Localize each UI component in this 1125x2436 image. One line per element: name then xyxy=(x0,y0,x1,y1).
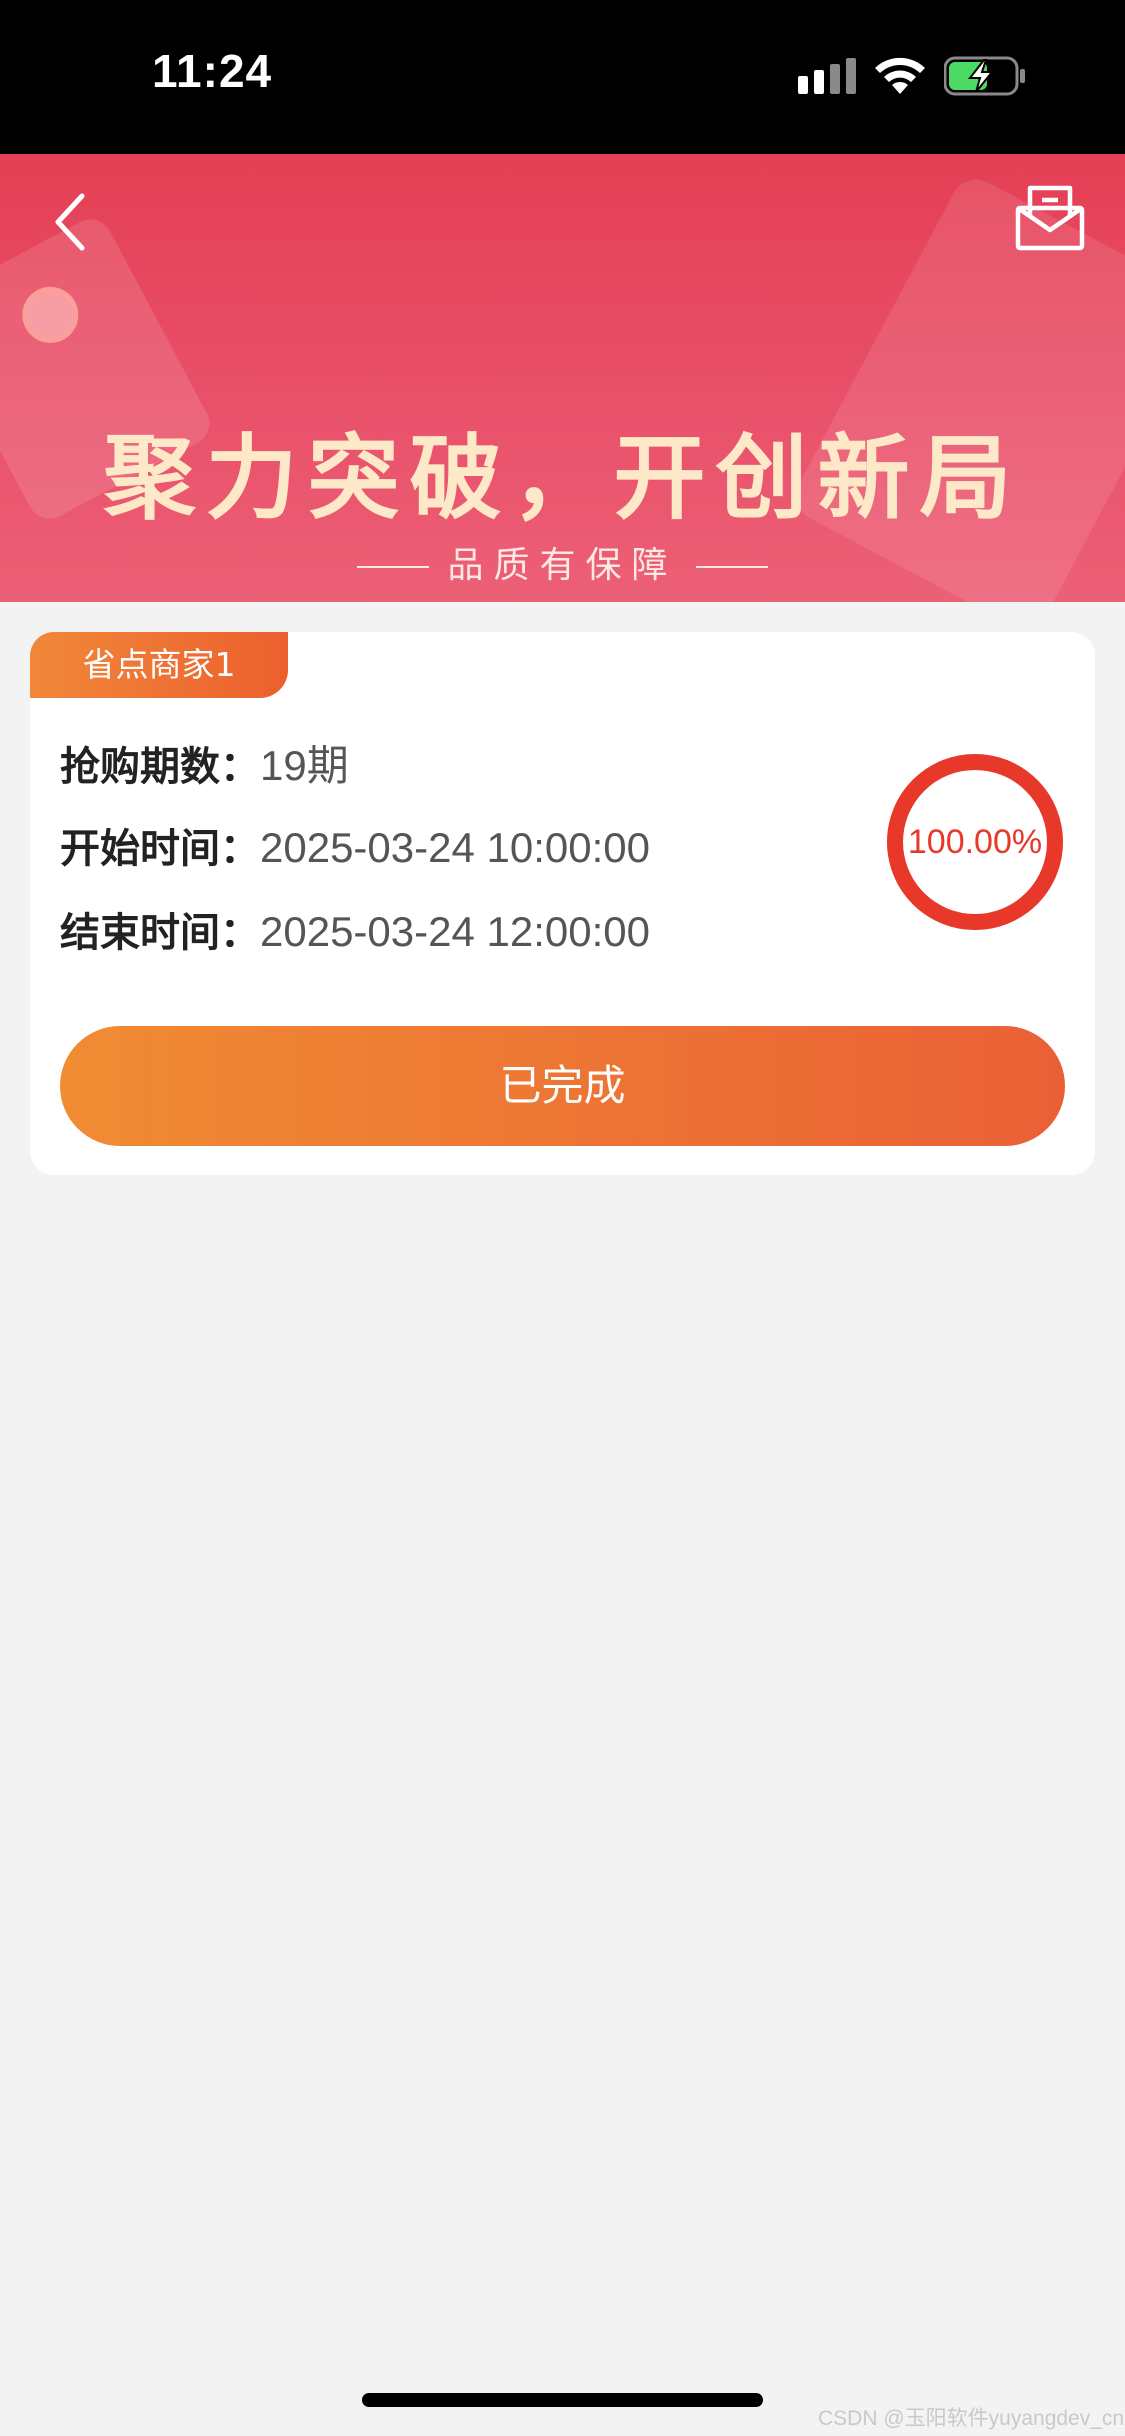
period-value: 19期 xyxy=(260,742,349,789)
start-time-row: 开始时间：2025-03-24 10:00:00 xyxy=(60,816,650,874)
merchant-tag: 省点商家1 xyxy=(30,632,288,698)
wifi-icon xyxy=(875,57,925,94)
subtitle-line-left xyxy=(357,566,430,568)
end-time-value: 2025-03-24 12:00:00 xyxy=(260,908,650,955)
start-time-value: 2025-03-24 10:00:00 xyxy=(260,824,650,871)
cellular-signal-icon xyxy=(798,58,856,94)
back-button[interactable] xyxy=(48,188,92,256)
period-label: 抢购期数： xyxy=(60,744,260,790)
progress-percent: 100.00% xyxy=(907,823,1043,861)
banner-subtitle-text: 品质有保障 xyxy=(447,545,678,586)
home-indicator[interactable] xyxy=(362,2393,763,2407)
flash-sale-card: 省点商家1 抢购期数：19期 开始时间：2025-03-24 10:00:00 … xyxy=(30,632,1095,1175)
chevron-left-icon xyxy=(55,193,85,251)
completed-button[interactable]: 已完成 xyxy=(60,1026,1065,1146)
message-button[interactable] xyxy=(1014,184,1086,252)
banner-title: 聚力突破，开创新局 xyxy=(103,425,1022,532)
coin-decoration xyxy=(12,277,89,353)
promo-banner: 聚力突破，开创新局 品质有保障 xyxy=(0,154,1125,602)
watermark: CSDN @玉阳软件yuyangdev_cn xyxy=(818,2407,1125,2430)
period-row: 抢购期数：19期 xyxy=(60,732,349,793)
start-time-label: 开始时间： xyxy=(60,826,260,872)
end-time-label: 结束时间： xyxy=(60,910,260,956)
battery-charging-icon xyxy=(944,56,1025,96)
status-time: 11:24 xyxy=(152,45,273,97)
banner-subtitle: 品质有保障 xyxy=(0,536,1125,588)
subtitle-line-right xyxy=(695,566,768,568)
end-time-row: 结束时间：2025-03-24 12:00:00 xyxy=(60,900,650,958)
status-bar: 11:24 xyxy=(0,0,1125,154)
envelope-open-icon xyxy=(1015,185,1085,251)
